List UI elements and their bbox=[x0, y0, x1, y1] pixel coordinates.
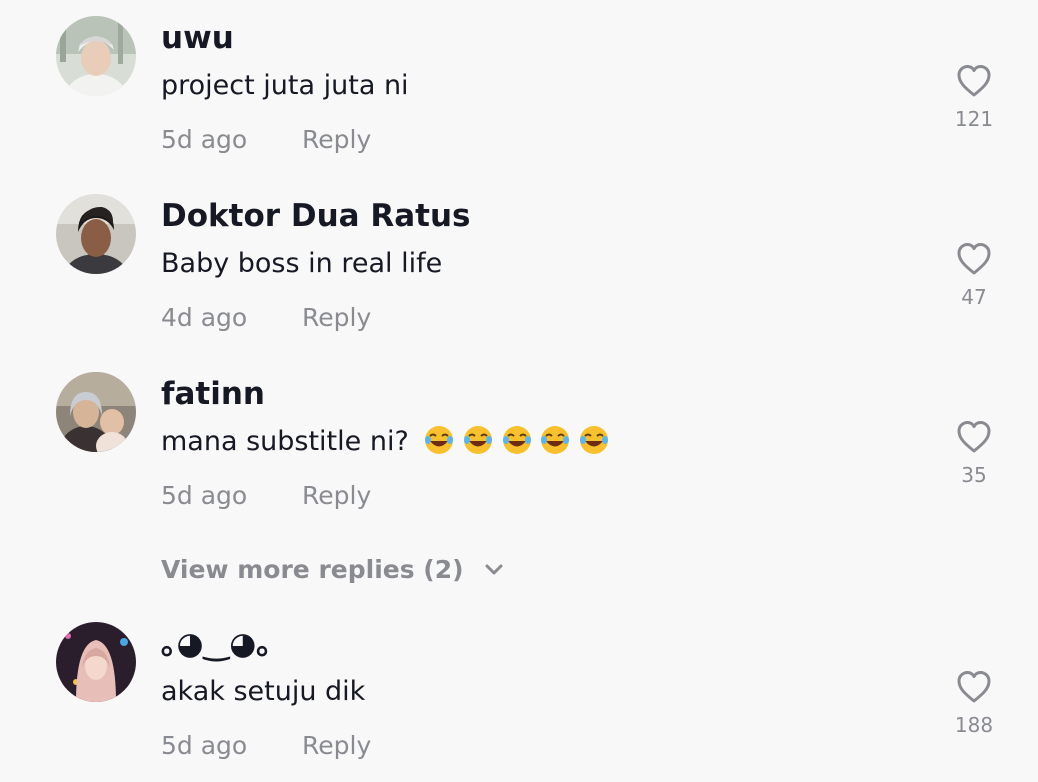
comment-text-body: mana substitle ni? bbox=[161, 426, 409, 457]
comment-text: akak setuju dik bbox=[161, 676, 366, 707]
like-count: 47 bbox=[961, 285, 987, 309]
avatar[interactable] bbox=[56, 194, 136, 274]
comment-timestamp: 4d ago bbox=[161, 303, 248, 332]
avatar[interactable] bbox=[56, 372, 136, 452]
reply-button[interactable]: Reply bbox=[302, 122, 371, 158]
comment-username[interactable]: uwu bbox=[161, 18, 234, 58]
like-button[interactable]: 35 bbox=[944, 420, 1004, 488]
reply-button[interactable]: Reply bbox=[302, 300, 371, 336]
like-count: 188 bbox=[954, 713, 994, 737]
heart-icon[interactable] bbox=[944, 242, 1004, 276]
comment-text: project juta juta ni bbox=[161, 70, 409, 101]
heart-icon[interactable] bbox=[944, 64, 1004, 98]
like-button[interactable]: 47 bbox=[944, 242, 1004, 310]
laughing-emoji-icon bbox=[579, 426, 608, 454]
view-more-replies-button[interactable]: View more replies (2) bbox=[161, 552, 504, 588]
chevron-down-icon bbox=[484, 551, 504, 587]
comment-timestamp: 5d ago bbox=[161, 125, 248, 154]
view-more-replies-label: View more replies (2) bbox=[161, 555, 464, 584]
like-count: 35 bbox=[961, 463, 987, 487]
like-count: 121 bbox=[954, 107, 994, 131]
avatar[interactable] bbox=[56, 16, 136, 96]
comment-username[interactable]: fatinn bbox=[161, 374, 265, 414]
comment-timestamp: 5d ago bbox=[161, 731, 248, 760]
comment-username[interactable]: Doktor Dua Ratus bbox=[161, 196, 471, 236]
laughing-emoji-icon bbox=[425, 426, 454, 454]
comment-text: mana substitle ni? 😂😂😂😂😂 bbox=[161, 423, 608, 461]
reply-button[interactable]: Reply bbox=[302, 478, 371, 514]
heart-icon[interactable] bbox=[944, 670, 1004, 704]
laughing-emoji-icon bbox=[541, 426, 570, 454]
like-button[interactable]: 188 bbox=[944, 670, 1004, 738]
heart-icon[interactable] bbox=[944, 420, 1004, 454]
avatar[interactable] bbox=[56, 622, 136, 702]
laughing-emoji-group: 😂😂😂😂😂 bbox=[423, 421, 608, 459]
comment-text: Baby boss in real life bbox=[161, 248, 443, 279]
comment-timestamp: 5d ago bbox=[161, 481, 248, 510]
comment-username[interactable]: ｡◕‿◕｡ bbox=[161, 624, 272, 664]
like-button[interactable]: 121 bbox=[944, 64, 1004, 132]
laughing-emoji-icon bbox=[463, 426, 492, 454]
reply-button[interactable]: Reply bbox=[302, 728, 371, 764]
laughing-emoji-icon bbox=[502, 426, 531, 454]
